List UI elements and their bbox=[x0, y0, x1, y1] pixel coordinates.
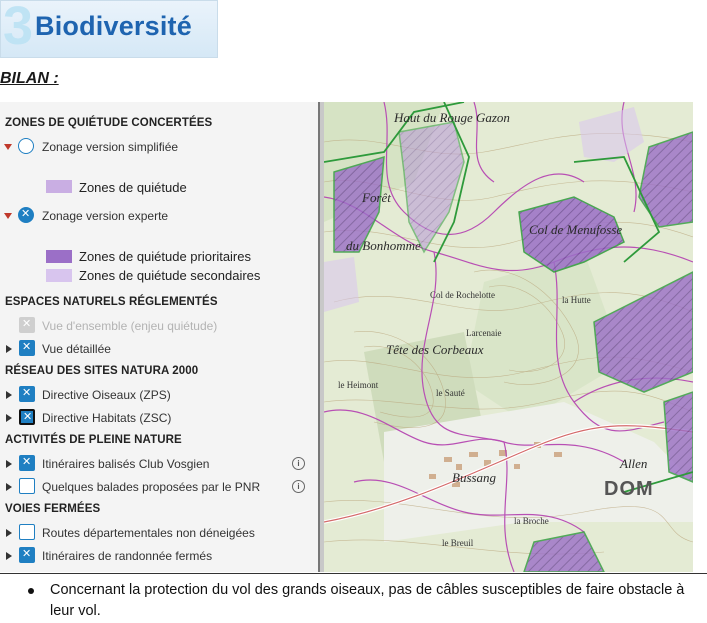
section-voies-fermees: VOIES FERMÉES bbox=[5, 503, 101, 515]
layer-label: Itinéraires balisés Club Vosgien bbox=[42, 457, 210, 471]
bullet-icon bbox=[28, 588, 34, 594]
swatch-label-quietude: Zones de quiétude bbox=[79, 180, 187, 195]
checkbox-balades-pnr[interactable] bbox=[19, 478, 35, 494]
collapsed-arrow-icon[interactable] bbox=[6, 414, 12, 422]
logo-number: 3 bbox=[3, 0, 34, 56]
map-label-larcenaie: Larcenaie bbox=[466, 328, 502, 338]
layer-label: Directive Oiseaux (ZPS) bbox=[42, 388, 171, 402]
collapsed-arrow-icon[interactable] bbox=[6, 345, 12, 353]
layer-label: Routes départementales non déneigées bbox=[42, 526, 255, 540]
layer-label: Zonage version simplifiée bbox=[42, 140, 179, 154]
map-label-foret: Forêt bbox=[362, 190, 391, 205]
collapsed-arrow-icon[interactable] bbox=[6, 529, 12, 537]
swatch-label-secondaires: Zones de quiétude secondaires bbox=[79, 268, 261, 283]
layer-label: Zonage version experte bbox=[42, 209, 169, 223]
topographic-map[interactable] bbox=[324, 102, 693, 572]
bilan-heading: BILAN : bbox=[0, 70, 59, 87]
map-label-allen: Allen bbox=[620, 456, 648, 471]
map-label-tete-des-corbeaux: Tête des Corbeaux bbox=[386, 342, 484, 357]
checkbox-directive-habitats[interactable] bbox=[19, 409, 35, 425]
layer-label: Itinéraires de randonnée fermés bbox=[42, 549, 213, 563]
map-label-haut-rouge-gazon: Haut du Rouge Gazon bbox=[394, 110, 510, 125]
checkbox-routes-departementales[interactable] bbox=[19, 524, 35, 540]
collapsed-arrow-icon[interactable] bbox=[6, 552, 12, 560]
map-label-la-hutte: la Hutte bbox=[562, 295, 591, 305]
map-label-le-heimont: le Heimont bbox=[338, 380, 379, 390]
checkbox-itineraires-fermes[interactable] bbox=[19, 547, 35, 563]
section-zones-quietude: ZONES DE QUIÉTUDE CONCERTÉES bbox=[5, 117, 213, 129]
layer-label: Vue d'ensemble (enjeu quiétude) bbox=[42, 319, 218, 333]
note-bullet: Concernant la protection du vol des gran… bbox=[50, 582, 685, 619]
map-label-le-saute: le Sauté bbox=[436, 388, 465, 398]
section-natura-2000: RÉSEAU DES SITES NATURA 2000 bbox=[5, 365, 199, 377]
layer-label: Directive Habitats (ZSC) bbox=[42, 411, 172, 425]
swatch-label-prioritaires: Zones de quiétude prioritaires bbox=[79, 249, 251, 264]
layer-label: Vue détaillée bbox=[42, 342, 111, 356]
divider bbox=[0, 573, 707, 574]
collapsed-arrow-icon[interactable] bbox=[6, 391, 12, 399]
info-icon[interactable]: i bbox=[292, 457, 305, 470]
biodiversite-logo: 3 Biodiversité bbox=[0, 0, 218, 58]
map-label-bussang: Bussang bbox=[452, 470, 497, 485]
map-label-dom: DOM bbox=[604, 478, 654, 500]
expanded-arrow-icon[interactable] bbox=[4, 144, 12, 150]
expanded-arrow-icon[interactable] bbox=[4, 213, 12, 219]
map-label-le-breuil: le Breuil bbox=[442, 538, 474, 548]
swatch-secondaires bbox=[46, 269, 72, 282]
swatch-quietude bbox=[46, 180, 72, 193]
checkbox-itineraires-club[interactable] bbox=[19, 455, 35, 471]
info-icon[interactable]: i bbox=[292, 480, 305, 493]
swatch-prioritaires bbox=[46, 250, 72, 263]
checkbox-directive-oiseaux[interactable] bbox=[19, 386, 35, 402]
collapsed-arrow-icon[interactable] bbox=[6, 460, 12, 468]
map-label-la-broche: la Broche bbox=[514, 516, 549, 526]
radio-zonage-expert[interactable] bbox=[18, 207, 34, 223]
section-espaces-naturels: ESPACES NATURELS RÉGLEMENTÉS bbox=[5, 296, 218, 308]
map-label-du-bonhomme: du Bonhomme bbox=[346, 238, 421, 253]
legend-panel: ZONES DE QUIÉTUDE CONCERTÉES Zonage vers… bbox=[0, 102, 320, 572]
collapsed-arrow-icon[interactable] bbox=[6, 483, 12, 491]
map-view[interactable]: Haut du Rouge Gazon Forêt du Bonhomme Co… bbox=[324, 102, 693, 572]
checkbox-vue-ensemble[interactable] bbox=[19, 317, 35, 333]
map-label-col-de-menufosse: Col de Menufosse bbox=[529, 222, 623, 237]
radio-zonage-simplifie[interactable] bbox=[18, 138, 34, 154]
layer-label: Quelques balades proposées par le PNR bbox=[42, 480, 261, 494]
logo-text: Biodiversité bbox=[35, 11, 192, 41]
section-activites: ACTIVITÉS DE PLEINE NATURE bbox=[5, 434, 182, 446]
checkbox-vue-detaillee[interactable] bbox=[19, 340, 35, 356]
map-label-col-rochelotte: Col de Rochelotte bbox=[430, 290, 495, 300]
